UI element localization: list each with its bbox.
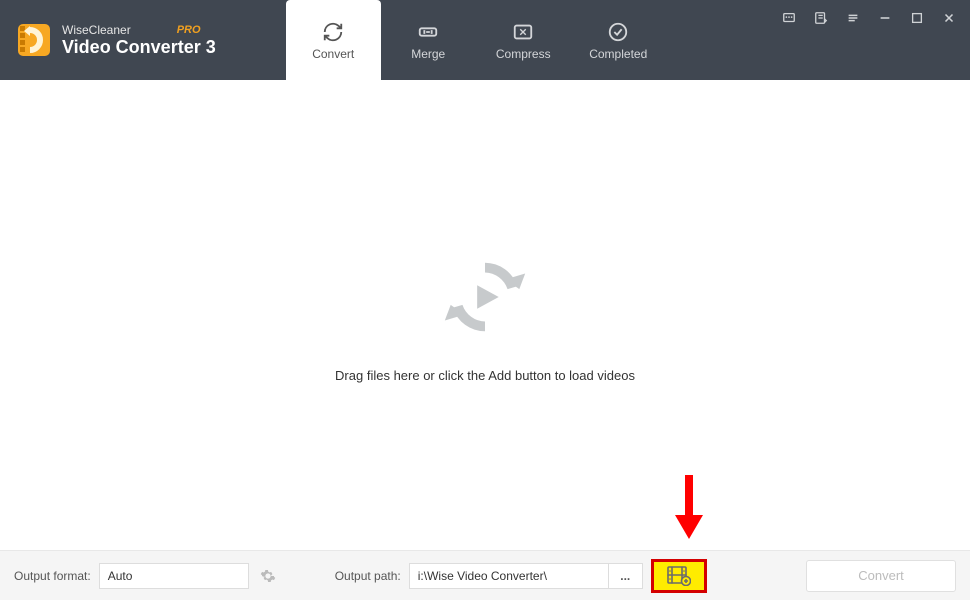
maximize-button[interactable]	[902, 6, 932, 30]
dropzone[interactable]: Drag files here or click the Add button …	[0, 80, 970, 550]
brand-edition-badge: PRO	[177, 24, 201, 36]
menu-button[interactable]	[838, 6, 868, 30]
register-button[interactable]	[806, 6, 836, 30]
feedback-button[interactable]	[774, 6, 804, 30]
output-path-label: Output path:	[335, 569, 401, 583]
app-logo: WiseCleaner PRO Video Converter 3	[0, 0, 236, 80]
dropzone-hint: Drag files here or click the Add button …	[335, 368, 635, 383]
brand-company: WiseCleaner	[62, 23, 131, 37]
tab-merge[interactable]: Merge	[381, 0, 476, 80]
tab-compress[interactable]: Compress	[476, 0, 571, 80]
tab-completed[interactable]: Completed	[571, 0, 666, 80]
browse-path-button[interactable]: ...	[609, 563, 643, 589]
film-add-icon	[667, 566, 691, 586]
gear-icon	[260, 568, 276, 584]
tab-label: Compress	[496, 47, 551, 61]
format-settings-button[interactable]	[255, 563, 281, 589]
output-format-value: Auto	[108, 569, 133, 583]
merge-icon	[417, 21, 439, 43]
add-video-button[interactable]	[651, 559, 707, 593]
check-circle-icon	[607, 21, 629, 43]
convert-button[interactable]: Convert	[806, 560, 956, 592]
close-button[interactable]	[934, 6, 964, 30]
convert-button-label: Convert	[858, 568, 904, 583]
footer-bar: Output format: Auto Output path: i:\Wise…	[0, 550, 970, 600]
output-format-label: Output format:	[14, 569, 91, 583]
tab-label: Convert	[312, 47, 354, 61]
output-path-input[interactable]: i:\Wise Video Converter\	[409, 563, 609, 589]
refresh-icon	[322, 21, 344, 43]
tab-label: Merge	[411, 47, 445, 61]
brand-product: Video Converter 3	[62, 37, 216, 58]
window-controls	[774, 0, 970, 80]
output-path-value: i:\Wise Video Converter\	[418, 569, 547, 583]
refresh-play-icon	[436, 248, 534, 346]
tab-convert[interactable]: Convert	[286, 0, 381, 80]
browse-label: ...	[620, 569, 630, 583]
tab-label: Completed	[589, 47, 647, 61]
compress-icon	[512, 21, 534, 43]
output-format-select[interactable]: Auto	[99, 563, 249, 589]
minimize-button[interactable]	[870, 6, 900, 30]
titlebar: WiseCleaner PRO Video Converter 3 Conver…	[0, 0, 970, 80]
annotation-arrow-icon	[675, 475, 703, 541]
app-logo-icon	[16, 22, 52, 58]
main-tabs: Convert Merge Compress Completed	[286, 0, 666, 80]
